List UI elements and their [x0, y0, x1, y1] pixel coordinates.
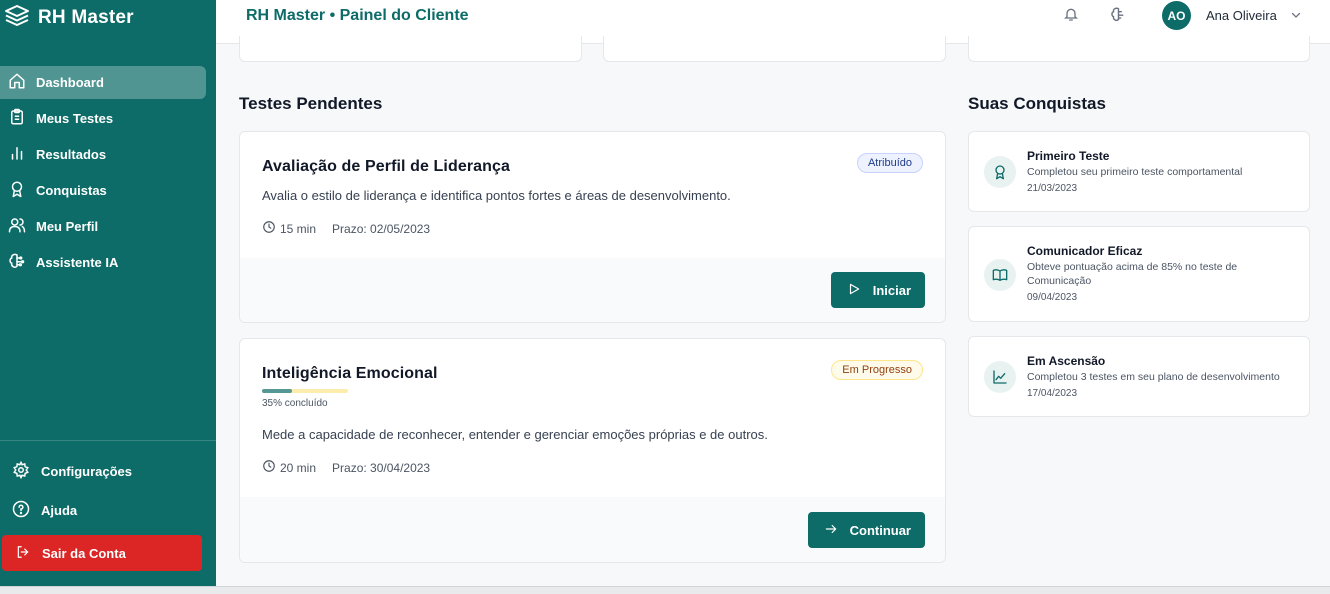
test-card: Avaliação de Perfil de Liderança Atribuí…	[239, 131, 946, 323]
bar-chart-icon	[8, 144, 26, 165]
progress-bar	[262, 389, 348, 393]
card-footer: Continuar	[240, 497, 945, 562]
sidebar-bottom-nav: Configurações Ajuda	[0, 455, 216, 533]
test-meta: 20 min Prazo: 30/04/2023	[262, 459, 430, 476]
os-taskbar	[0, 586, 1330, 594]
progress-label: 35% concluído	[262, 398, 328, 409]
continue-test-button[interactable]: Continuar	[807, 512, 925, 548]
achievement-date: 21/03/2023	[1027, 183, 1078, 194]
test-description: Avalia o estilo de liderança e identific…	[262, 188, 731, 203]
start-test-button[interactable]: Iniciar	[830, 272, 925, 308]
achievements-title: Suas Conquistas	[968, 94, 1106, 113]
arrow-right-icon	[824, 522, 838, 539]
award-icon	[8, 180, 26, 201]
brain-icon[interactable]	[1110, 6, 1128, 24]
achievement-description: Completou seu primeiro teste comportamen…	[1027, 166, 1243, 178]
sidebar-item-ajuda[interactable]: Ajuda	[0, 494, 216, 527]
test-duration: 20 min	[280, 460, 317, 475]
test-title: Avaliação de Perfil de Liderança	[262, 158, 511, 175]
stat-card	[239, 36, 582, 62]
status-badge: Em Progresso	[831, 360, 923, 380]
achievement-date: 09/04/2023	[1027, 292, 1078, 303]
sidebar-item-resultados[interactable]: Resultados	[0, 138, 206, 171]
achievement-card: Em Ascensão Completou 3 testes em seu pl…	[968, 336, 1310, 417]
page-title: RH Master • Painel do Cliente	[246, 7, 469, 24]
status-badge: Atribuído	[856, 153, 923, 173]
test-deadline: Prazo: 02/05/2023	[332, 221, 431, 236]
brand[interactable]: RH Master	[4, 4, 134, 31]
test-card: Inteligência Emocional Em Progresso 35% …	[239, 338, 946, 563]
achievement-title: Em Ascensão	[1027, 354, 1106, 368]
stat-card	[603, 36, 946, 62]
sidebar-item-label: Resultados	[36, 147, 107, 162]
sidebar-item-label: Conquistas	[36, 183, 107, 198]
achievement-description: Obteve pontuação acima de 85% no teste d…	[1027, 261, 1238, 287]
test-meta: 15 min Prazo: 02/05/2023	[262, 220, 430, 237]
clipboard-icon	[8, 108, 26, 129]
award-icon	[984, 156, 1016, 188]
test-duration: 15 min	[280, 221, 317, 236]
clock-icon	[262, 220, 276, 237]
avatar[interactable]: AO	[1162, 1, 1191, 30]
achievement-card: Comunicador Eficaz Obteve pontuação acim…	[968, 226, 1310, 322]
sidebar-item-configuracoes[interactable]: Configurações	[0, 455, 216, 488]
sidebar-item-conquistas[interactable]: Conquistas	[0, 174, 206, 207]
sidebar-item-label: Assistente IA	[36, 255, 119, 270]
sidebar-divider	[0, 440, 216, 441]
achievement-title: Primeiro Teste	[1027, 149, 1110, 163]
home-icon	[8, 72, 26, 93]
pending-tests-title: Testes Pendentes	[239, 94, 383, 113]
achievement-card: Primeiro Teste Completou seu primeiro te…	[968, 131, 1310, 212]
users-icon	[8, 216, 26, 237]
bell-icon[interactable]	[1063, 6, 1081, 24]
book-icon	[984, 259, 1016, 291]
logout-label: Sair da Conta	[42, 545, 126, 561]
clock-icon	[262, 459, 276, 476]
sidebar-item-label: Ajuda	[41, 503, 78, 518]
achievement-date: 17/04/2023	[1027, 388, 1078, 399]
gear-icon	[12, 460, 30, 482]
sidebar-item-meu-perfil[interactable]: Meu Perfil	[0, 210, 206, 243]
user-name[interactable]: Ana Oliveira	[1206, 8, 1277, 23]
layers-logo-icon	[4, 4, 30, 31]
sidebar-nav: Dashboard Meus Testes Resultados Conquis…	[0, 66, 216, 282]
play-icon	[847, 282, 861, 299]
sidebar-item-meus-testes[interactable]: Meus Testes	[0, 102, 206, 135]
progress-fill	[262, 389, 293, 393]
sidebar-item-label: Dashboard	[36, 75, 104, 90]
help-icon	[12, 500, 30, 521]
sidebar-item-label: Configurações	[41, 464, 133, 479]
achievement-title: Comunicador Eficaz	[1027, 244, 1143, 258]
sidebar-item-label: Meus Testes	[36, 111, 114, 126]
button-label: Iniciar	[872, 282, 911, 298]
achievement-description: Completou 3 testes em seu plano de desen…	[1027, 371, 1280, 383]
test-deadline: Prazo: 30/04/2023	[332, 460, 431, 475]
logout-button[interactable]: Sair da Conta	[2, 535, 202, 571]
card-footer: Iniciar	[240, 258, 945, 322]
sidebar-item-assistente-ia[interactable]: Assistente IA	[0, 246, 206, 279]
trending-up-icon	[984, 361, 1016, 393]
chevron-down-icon[interactable]	[1290, 8, 1302, 20]
brain-icon	[8, 252, 26, 273]
button-label: Continuar	[849, 522, 911, 538]
test-title: Inteligência Emocional	[262, 365, 438, 382]
sidebar: RH Master Dashboard Meus Testes Resultad…	[0, 0, 216, 586]
sidebar-item-dashboard[interactable]: Dashboard	[0, 66, 206, 99]
stat-card	[968, 36, 1310, 62]
logout-icon	[16, 545, 30, 562]
sidebar-item-label: Meu Perfil	[36, 219, 99, 234]
brand-name: RH Master	[38, 6, 134, 28]
test-description: Mede a capacidade de reconhecer, entende…	[262, 427, 768, 442]
